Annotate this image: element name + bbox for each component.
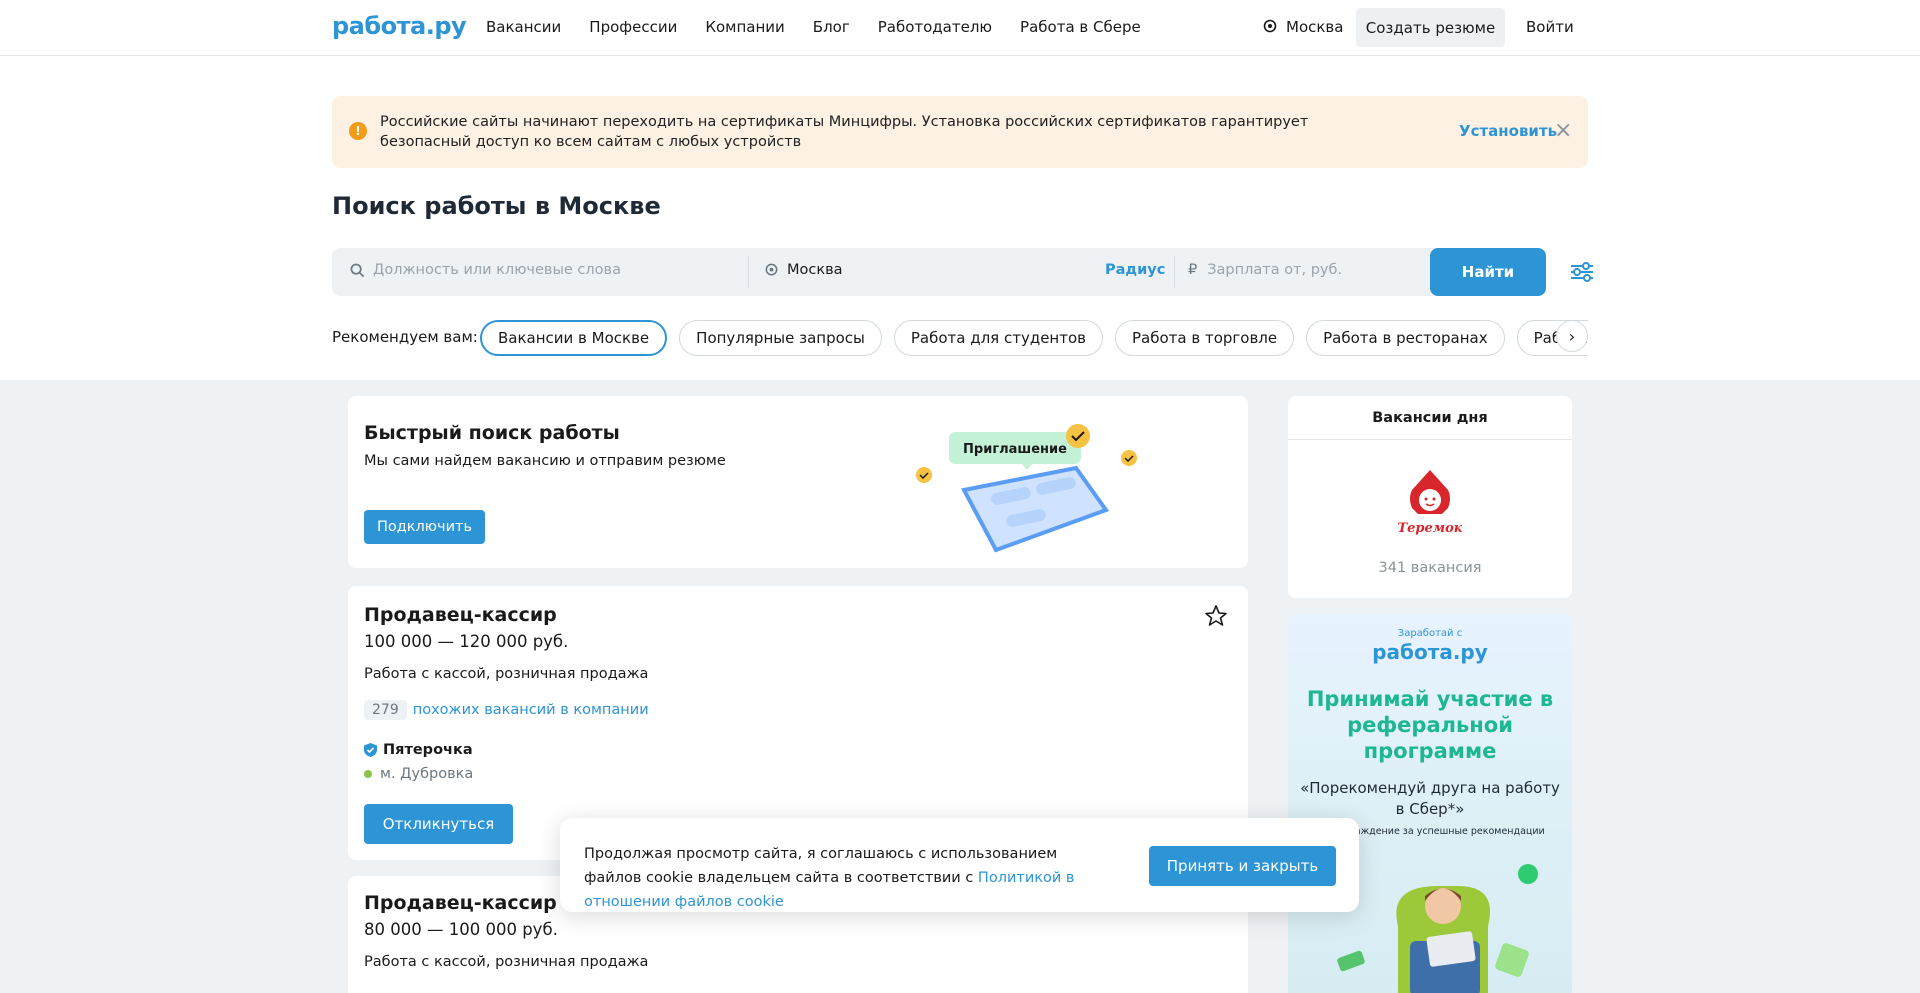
- vacancies-of-day-card[interactable]: Вакансии дня Теремок 341 вакансия: [1288, 396, 1572, 598]
- referral-promo-banner[interactable]: Заработай с работа.ру Принимай участие в…: [1288, 614, 1572, 993]
- company-label: Пятерочка: [383, 742, 473, 758]
- vacancy-description: Работа с кассой, розничная продажа: [364, 954, 649, 970]
- similar-count-badge: 279: [364, 700, 407, 720]
- search-icon: [350, 263, 365, 277]
- metro-label: м. Дубровка: [380, 766, 474, 782]
- location-pin-icon: [765, 263, 778, 275]
- divider: [748, 256, 749, 288]
- chip-trade[interactable]: Работа в торговле: [1115, 320, 1295, 356]
- teremok-logo[interactable]: Теремок: [1398, 468, 1462, 544]
- metro-line-dot: [364, 770, 372, 778]
- install-link[interactable]: Установить: [1459, 122, 1557, 140]
- chip-restaurants[interactable]: Работа в ресторанах: [1306, 320, 1505, 356]
- similar-vacancies[interactable]: 279 похожих вакансий в компании: [364, 700, 649, 720]
- vacancy-title[interactable]: Продавец-кассир: [364, 892, 557, 914]
- accept-cookies-button[interactable]: Принять и закрыть: [1149, 846, 1336, 886]
- chip-vacancies-moscow[interactable]: Вакансии в Москве: [480, 320, 668, 356]
- vacancy-description: Работа с кассой, розничная продажа: [364, 666, 649, 682]
- keywords-input[interactable]: Должность или ключевые слова: [350, 262, 621, 278]
- filters-icon[interactable]: [1568, 258, 1596, 286]
- chip-popular[interactable]: Популярные запросы: [679, 320, 882, 356]
- invitation-illustration: Приглашение: [916, 424, 1137, 553]
- quick-search-subtitle: Мы сами найдем вакансию и отправим резюм…: [364, 453, 726, 469]
- certificate-notice: ! Российские сайты начинают переходить н…: [332, 96, 1588, 168]
- cookie-text: Продолжая просмотр сайта, я соглашаюсь с…: [584, 842, 1114, 914]
- promo-earn-text: Заработай с: [1397, 628, 1463, 639]
- recs-chips: Вакансии в Москве Популярные запросы Раб…: [480, 320, 1588, 356]
- promo-logo: работа.ру: [1372, 640, 1488, 664]
- nav-item-vacancies[interactable]: Вакансии: [486, 18, 561, 36]
- metro-station: м. Дубровка: [364, 766, 473, 782]
- favorite-star-icon[interactable]: [1204, 604, 1228, 628]
- login-link[interactable]: Войти: [1526, 18, 1574, 36]
- recs-label: Рекомендуем вам:: [332, 328, 478, 346]
- nav-item-companies[interactable]: Компании: [705, 18, 784, 36]
- notice-text: Российские сайты начинают переходить на …: [380, 114, 1309, 150]
- invitation-bubble-text: Приглашение: [963, 442, 1067, 457]
- radius-link[interactable]: Радиус: [1105, 262, 1165, 278]
- close-icon[interactable]: ×: [1554, 118, 1572, 143]
- city-input[interactable]: Москва: [764, 262, 843, 278]
- chip-students[interactable]: Работа для студентов: [893, 320, 1103, 356]
- salary-input[interactable]: ₽ Зарплата от, руб.: [1188, 262, 1342, 278]
- salary-placeholder: Зарплата от, руб.: [1207, 262, 1343, 278]
- find-button[interactable]: Найти: [1430, 248, 1546, 296]
- nav-item-sber[interactable]: Работа в Сбере: [1020, 18, 1141, 36]
- nav-item-employer[interactable]: Работодателю: [878, 18, 992, 36]
- keywords-placeholder: Должность или ключевые слова: [373, 262, 621, 278]
- quick-search-title: Быстрый поиск работы: [364, 422, 620, 444]
- apply-button[interactable]: Откликнуться: [364, 804, 513, 844]
- site-logo[interactable]: работа.ру: [332, 12, 467, 40]
- verified-shield-icon: [364, 743, 377, 757]
- nav-item-professions[interactable]: Профессии: [589, 18, 677, 36]
- vacancies-of-day-title: Вакансии дня: [1288, 396, 1572, 440]
- vacancy-title[interactable]: Продавец-кассир: [364, 604, 557, 626]
- chevron-right-icon[interactable]: ›: [1556, 320, 1588, 352]
- promo-quote: «Порекомендуй друга на работу в Сбер*»: [1300, 779, 1560, 818]
- promo-headline: Принимай участие в реферальной программе: [1306, 687, 1554, 763]
- vacancy-salary: 80 000 — 100 000 руб.: [364, 920, 558, 939]
- vacancies-count[interactable]: 341 вакансия: [1288, 560, 1572, 576]
- city-label: Москва: [1286, 18, 1344, 36]
- main-nav: Вакансии Профессии Компании Блог Работод…: [486, 18, 1141, 36]
- company-name[interactable]: Пятерочка: [364, 742, 473, 758]
- location-pin-icon: [1263, 19, 1277, 33]
- connect-button[interactable]: Подключить: [364, 510, 485, 544]
- create-resume-button[interactable]: Создать резюме: [1356, 8, 1505, 47]
- search-bar: Должность или ключевые слова Москва Ради…: [332, 248, 1546, 296]
- site-header: работа.ру Вакансии Профессии Компании Бл…: [0, 0, 1920, 56]
- nav-item-blog[interactable]: Блог: [813, 18, 850, 36]
- city-value: Москва: [787, 262, 843, 278]
- city-selector[interactable]: Москва: [1262, 18, 1343, 36]
- page-title: Поиск работы в Москве: [332, 192, 661, 220]
- recommendations: Рекомендуем вам: Вакансии в Москве Попул…: [332, 318, 1588, 358]
- divider: [1174, 256, 1175, 288]
- svg-text:Теремок: Теремок: [1398, 521, 1462, 536]
- vacancy-salary: 100 000 — 120 000 руб.: [364, 632, 569, 651]
- warning-icon: !: [349, 122, 367, 140]
- ruble-icon: ₽: [1188, 262, 1198, 278]
- similar-link[interactable]: похожих вакансий в компании: [413, 702, 649, 718]
- cookie-banner: Продолжая просмотр сайта, я соглашаюсь с…: [560, 818, 1359, 912]
